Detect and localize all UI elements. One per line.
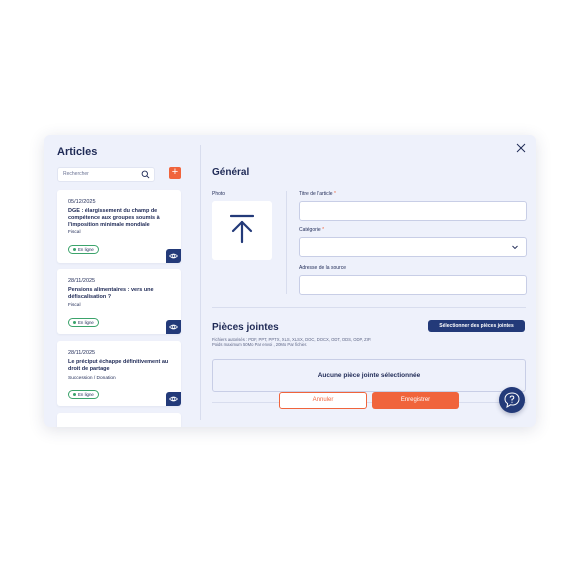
photo-upload[interactable] — [212, 201, 272, 260]
article-card[interactable]: 28/11/2025 Pensions alimentaires : vers … — [57, 269, 181, 334]
save-button[interactable]: Enregistrer — [372, 392, 459, 409]
sidebar-divider — [200, 145, 201, 420]
preview-button[interactable] — [166, 392, 181, 406]
title-field[interactable] — [299, 201, 527, 221]
footer-divider — [212, 402, 526, 403]
category-label: Catégorie * — [299, 227, 324, 233]
search-icon[interactable] — [141, 170, 150, 179]
article-title: Le préciput échappe définitivement au dr… — [68, 359, 169, 372]
status-badge: En ligne — [68, 318, 99, 327]
article-card[interactable]: 28/11/2025 Le préciput échappe définitiv… — [57, 341, 181, 406]
help-button[interactable] — [499, 387, 525, 413]
article-title: DGE : élargissement du champ de compéten… — [68, 208, 160, 228]
status-label: En ligne — [78, 247, 94, 252]
search-input[interactable]: Rechercher — [57, 167, 155, 182]
chevron-down-icon — [512, 245, 518, 250]
status-label: En ligne — [78, 320, 94, 325]
add-article-button[interactable]: + — [169, 167, 181, 179]
article-category: Fiscal — [68, 303, 81, 308]
select-attachments-button[interactable]: Sélectionner des pièces jointes — [428, 320, 525, 332]
status-dot — [73, 393, 76, 397]
articles-sidebar: Articles Rechercher + 05/12/2025 DGE : é… — [44, 135, 200, 427]
section-divider — [212, 307, 526, 308]
status-dot — [73, 321, 76, 325]
article-date: 28/11/2025 — [68, 278, 96, 284]
category-label-text: Catégorie — [299, 227, 321, 233]
attachments-empty-text: Aucune pièce jointe sélectionnée — [317, 372, 421, 379]
article-modal: Articles Rechercher + 05/12/2025 DGE : é… — [44, 135, 536, 427]
attachments-section-title: Pièces jointes — [212, 322, 279, 333]
article-date: 28/11/2025 — [68, 350, 96, 356]
close-icon[interactable] — [516, 143, 526, 153]
upload-icon — [230, 214, 254, 244]
attachments-dropzone[interactable]: Aucune pièce jointe sélectionnée — [212, 359, 526, 392]
article-card[interactable] — [57, 413, 181, 427]
status-badge: En ligne — [68, 245, 99, 254]
attachments-help-line: Poids maximum 50Mo Par envoi , 20Mo Par … — [212, 342, 308, 347]
eye-icon — [168, 396, 179, 402]
required-mark: * — [333, 191, 336, 197]
photo-label: Photo — [212, 191, 226, 197]
title-label: Titre de l'article * — [299, 191, 336, 197]
help-chat-icon — [504, 392, 520, 409]
status-dot — [73, 248, 76, 252]
eye-icon — [168, 253, 179, 259]
article-category: Fiscal — [68, 230, 81, 235]
article-category: Succession / Donation — [68, 376, 116, 381]
source-field[interactable] — [299, 275, 527, 295]
required-mark: * — [322, 227, 325, 233]
preview-button[interactable] — [166, 249, 181, 263]
sidebar-title: Articles — [57, 146, 98, 158]
preview-button[interactable] — [166, 320, 181, 334]
article-date: 05/12/2025 — [68, 199, 96, 205]
article-card[interactable]: 05/12/2025 DGE : élargissement du champ … — [57, 190, 181, 263]
general-section-title: Général — [212, 167, 250, 178]
category-select[interactable] — [299, 237, 527, 257]
eye-icon — [168, 324, 179, 330]
general-divider — [286, 191, 287, 294]
search-placeholder: Rechercher — [63, 171, 89, 177]
title-label-text: Titre de l'article — [299, 191, 333, 197]
source-label: Adresse de la source — [299, 265, 346, 271]
article-title: Pensions alimentaires : vers une défisca… — [68, 287, 154, 300]
status-badge: En ligne — [68, 390, 99, 399]
attachments-help: Fichiers autorisés : PDF, PPT, PPTX, XLS… — [212, 337, 371, 347]
status-label: En ligne — [78, 392, 94, 397]
cancel-button[interactable]: Annuler — [279, 392, 367, 409]
